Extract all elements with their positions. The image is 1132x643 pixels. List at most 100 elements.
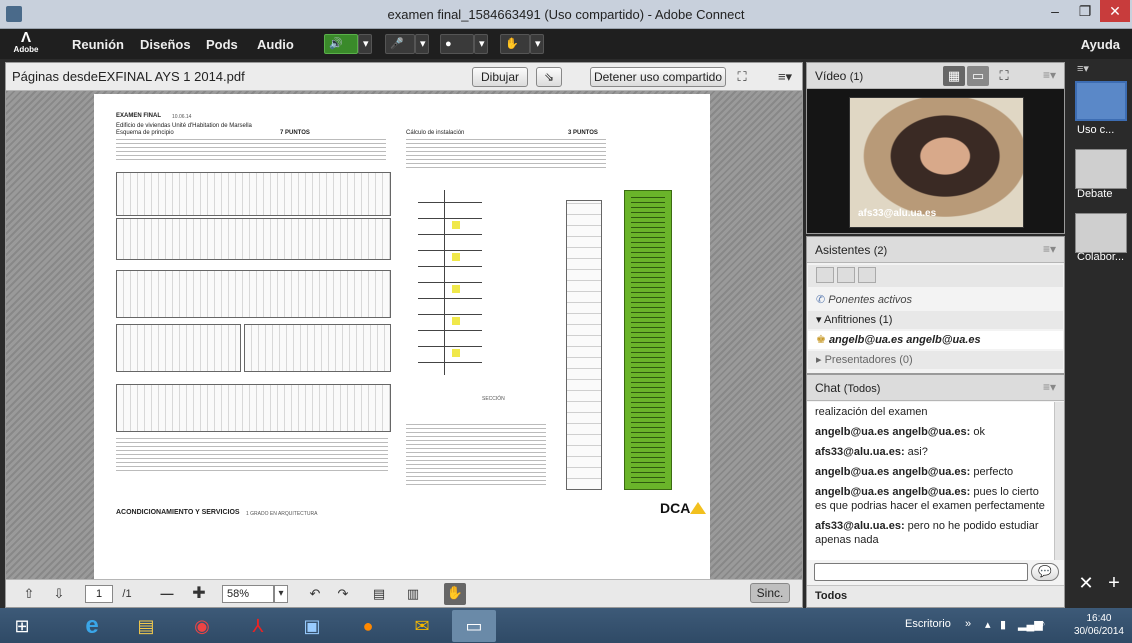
tray-overflow-icon[interactable]: » — [965, 618, 971, 630]
layout-thumb-colabor[interactable] — [1075, 213, 1127, 253]
fixture-mark — [452, 253, 460, 261]
status-dropdown[interactable]: ▾ — [530, 34, 544, 54]
page-down-icon[interactable]: ⇩ — [50, 584, 68, 604]
webcam-icon: ● — [445, 38, 452, 50]
acrobat-icon[interactable]: ⅄ — [236, 610, 280, 642]
internet-explorer-icon[interactable]: e — [70, 610, 114, 642]
doc-section-label: SECCIÓN — [482, 396, 505, 402]
zoom-in-icon[interactable]: ✚ — [190, 584, 208, 604]
expand-down-icon: ▾ — [816, 314, 822, 326]
menu-disenos[interactable]: Diseños — [140, 37, 191, 52]
adobe-connect-taskbar-icon[interactable]: ▭ — [452, 610, 496, 642]
add-layout-icon[interactable]: + — [1103, 573, 1125, 593]
hosts-group[interactable]: ▾ Anfitriones (1) — [808, 311, 1063, 329]
menu-help[interactable]: Ayuda — [1081, 37, 1120, 52]
signal-icon[interactable]: ▂▄▆ — [1018, 618, 1043, 631]
clock[interactable]: 16:40 30/06/2014 — [1074, 612, 1124, 638]
page-number-input[interactable]: 1 — [85, 585, 113, 603]
video-pod-menu-icon[interactable]: ≡▾ — [1043, 68, 1056, 82]
zoom-dropdown[interactable]: ▾ — [274, 585, 288, 603]
layouts-bar: ≡▾ Uso c... Debate Colabor... ✕ + — [1069, 59, 1132, 608]
layout-thumb-uso[interactable] — [1075, 81, 1127, 121]
close-button[interactable]: ✕ — [1100, 0, 1130, 22]
layouts-menu-icon[interactable]: ≡▾ — [1073, 59, 1093, 79]
chat-footer: Todos — [807, 585, 1064, 607]
zoom-select[interactable]: 58% — [222, 585, 274, 603]
chat-messages: realización del examen angelb@ua.es ange… — [807, 402, 1054, 560]
rotate-left-icon[interactable]: ↶ — [306, 584, 324, 604]
chat-input[interactable] — [814, 563, 1028, 581]
grid-users-icon[interactable] — [837, 267, 856, 283]
microphone-dropdown[interactable]: ▾ — [415, 34, 429, 54]
network-icon[interactable]: ▮ — [1000, 618, 1006, 631]
video-fullscreen-icon[interactable]: ⛶ — [993, 66, 1015, 86]
chat-scrollbar[interactable] — [1054, 402, 1064, 560]
user-status-icon[interactable] — [858, 267, 877, 283]
windows-start-icon[interactable]: ⊞ — [0, 610, 44, 642]
chrome-icon[interactable]: ◉ — [180, 610, 224, 642]
firefox-icon[interactable]: ● — [346, 610, 390, 642]
zoom-out-icon[interactable]: — — [158, 584, 176, 604]
fixture-mark — [452, 349, 460, 357]
menu-reunion[interactable]: Reunión — [72, 37, 124, 52]
windows-taskbar: ⊞ e ▤ ◉ ⅄ ▣ ● ✉ ▭ Escritorio » ▴ ▮ ▂▄▆ ♪… — [0, 608, 1132, 643]
chat-message: angelb@ua.es angelb@ua.es: ok — [815, 426, 986, 438]
filmstrip-view-icon[interactable]: ▭ — [967, 66, 989, 86]
status-toggle[interactable]: ✋ — [500, 34, 530, 54]
chat-message: realización del examen — [815, 406, 928, 418]
stop-sharing-button[interactable]: Detener uso compartido — [590, 67, 726, 87]
fit-page-icon[interactable]: ▥ — [404, 584, 422, 604]
document-viewer[interactable]: EXAMEN FINAL 10.06.14 Edificio de vivien… — [6, 91, 802, 579]
pointer-icon: ⇘ — [543, 70, 555, 84]
doc-paragraph-1 — [116, 139, 386, 163]
webcam-participant-name: afs33@alu.ua.es — [858, 208, 937, 219]
doc-paragraph-4 — [406, 424, 546, 488]
webcam-dropdown[interactable]: ▾ — [474, 34, 488, 54]
minimize-button[interactable]: – — [1040, 0, 1070, 22]
maximize-button[interactable]: ❐ — [1070, 0, 1100, 22]
draw-button[interactable]: Dibujar — [472, 67, 528, 87]
grid-view-icon[interactable]: ▦ — [943, 66, 965, 86]
doc-footer-sub: 1 GRADO EN ARQUITECTURA — [246, 511, 318, 517]
floor-line — [418, 346, 482, 347]
menu-bar: Λ Adobe Reunión Diseños Pods Audio 🔊 ▾ 🎤 … — [0, 29, 1132, 59]
tools-icon[interactable]: ✕ — [1075, 573, 1097, 593]
chat-recipient[interactable]: Todos — [815, 590, 847, 602]
menu-pods[interactable]: Pods — [206, 37, 238, 52]
attendees-pod-menu-icon[interactable]: ≡▾ — [1043, 242, 1056, 256]
file-explorer-icon[interactable]: ▤ — [124, 610, 168, 642]
rotate-right-icon[interactable]: ↷ — [334, 584, 352, 604]
doc-paragraph-2 — [406, 139, 606, 171]
photos-icon[interactable]: ▣ — [290, 610, 334, 642]
floor-line — [418, 218, 482, 219]
hand-tool-icon[interactable]: ✋ — [444, 583, 466, 605]
webcam-toggle[interactable]: ● — [440, 34, 474, 54]
microphone-toggle[interactable]: 🎤 — [385, 34, 415, 54]
chat-send-button[interactable]: 💬 — [1031, 563, 1059, 581]
speaker-toggle[interactable]: 🔊 — [324, 34, 358, 54]
attendees-title: Asistentes (2) — [815, 243, 888, 257]
attendees-pod: Asistentes (2) ≡▾ ✆ Ponentes activos ▾ A… — [806, 236, 1065, 374]
mail-icon[interactable]: ✉ — [400, 610, 444, 642]
floor-line — [418, 330, 482, 331]
menu-audio[interactable]: Audio — [257, 37, 294, 52]
speaker-dropdown[interactable]: ▾ — [358, 34, 372, 54]
sync-button[interactable]: Sinc. — [750, 583, 790, 603]
presenters-group[interactable]: ▸ Presentadores (0) — [808, 351, 1063, 369]
pod-menu-icon[interactable]: ≡▾ — [774, 67, 796, 87]
host-user-row[interactable]: ♚ angelb@ua.es angelb@ua.es — [808, 331, 1063, 349]
fit-width-icon[interactable]: ▤ — [370, 584, 388, 604]
floor-plan-3 — [116, 270, 391, 318]
tray-arrow-icon[interactable]: ▴ — [985, 618, 991, 631]
page-up-icon[interactable]: ⇧ — [20, 584, 38, 604]
chat-message: afs33@alu.ua.es: asi? — [815, 446, 928, 458]
doc-building: Edificio de viviendas Unité d'Habitation… — [116, 123, 252, 129]
volume-icon[interactable]: ♪ — [1040, 618, 1046, 630]
fullscreen-icon[interactable]: ⛶ — [732, 67, 752, 87]
chat-pod-menu-icon[interactable]: ≡▾ — [1043, 380, 1056, 394]
floor-plan-5 — [244, 324, 391, 372]
pointer-button[interactable]: ⇘ — [536, 67, 562, 87]
desktop-toolbar[interactable]: Escritorio — [905, 618, 951, 630]
layout-thumb-debate[interactable] — [1075, 149, 1127, 189]
list-view-icon[interactable] — [816, 267, 834, 283]
